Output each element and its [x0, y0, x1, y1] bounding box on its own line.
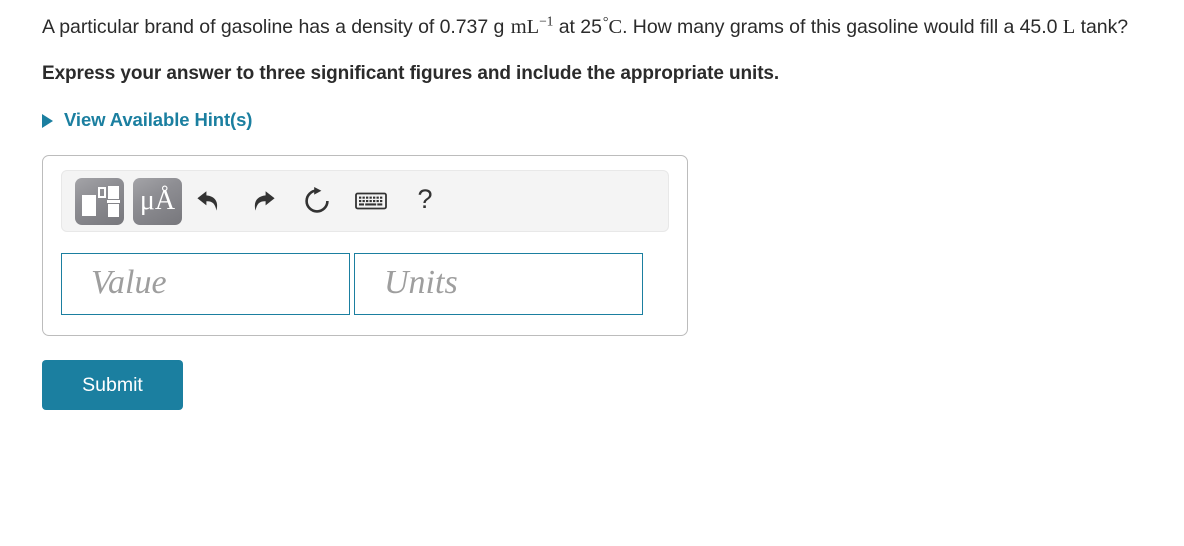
- question-part-3: . How many grams of this gasoline would …: [622, 16, 1058, 38]
- triangle-right-icon: [42, 113, 53, 128]
- equation-toolbar: μÅ ?: [61, 170, 669, 232]
- view-hints-label: View Available Hint(s): [64, 109, 253, 130]
- density-unit: mL: [510, 16, 540, 38]
- instruction-text: Express your answer to three significant…: [42, 63, 780, 84]
- answer-panel: μÅ ? Value Units: [42, 155, 688, 336]
- undo-button[interactable]: [182, 178, 236, 225]
- help-button[interactable]: ?: [398, 178, 452, 225]
- submit-button[interactable]: Submit: [42, 360, 183, 410]
- question-mark-icon: ?: [417, 184, 433, 214]
- temperature-unit: C: [608, 16, 623, 38]
- question-page: A particular brand of gasoline has a den…: [0, 0, 1184, 546]
- micro-angstrom-icon: μÅ: [139, 184, 176, 216]
- value-input-placeholder: Value: [91, 263, 167, 301]
- units-input-placeholder: Units: [384, 263, 458, 301]
- volume-unit: L: [1062, 16, 1076, 38]
- question-text: A particular brand of gasoline has a den…: [42, 14, 1157, 41]
- question-part-4: tank?: [1080, 16, 1129, 38]
- units-input[interactable]: Units: [354, 253, 643, 315]
- reset-circular-arrow-icon: [305, 187, 329, 213]
- redo-arrow-icon: [254, 191, 275, 211]
- template-button[interactable]: [75, 177, 124, 225]
- keyboard-icon: [355, 192, 387, 210]
- question-part-1: A particular brand of gasoline has a den…: [42, 16, 505, 38]
- reset-button[interactable]: [290, 178, 344, 225]
- view-hints-link[interactable]: View Available Hint(s): [42, 109, 252, 131]
- keyboard-button[interactable]: [344, 178, 398, 225]
- redo-button[interactable]: [236, 178, 290, 225]
- units-button[interactable]: μÅ: [133, 177, 182, 225]
- value-input[interactable]: Value: [61, 253, 350, 315]
- density-unit-exponent: −1: [539, 13, 554, 29]
- answer-input-row: Value Units: [61, 253, 669, 315]
- undo-arrow-icon: [197, 191, 218, 211]
- math-template-icon: [81, 185, 120, 217]
- question-part-2: at 25: [558, 16, 602, 38]
